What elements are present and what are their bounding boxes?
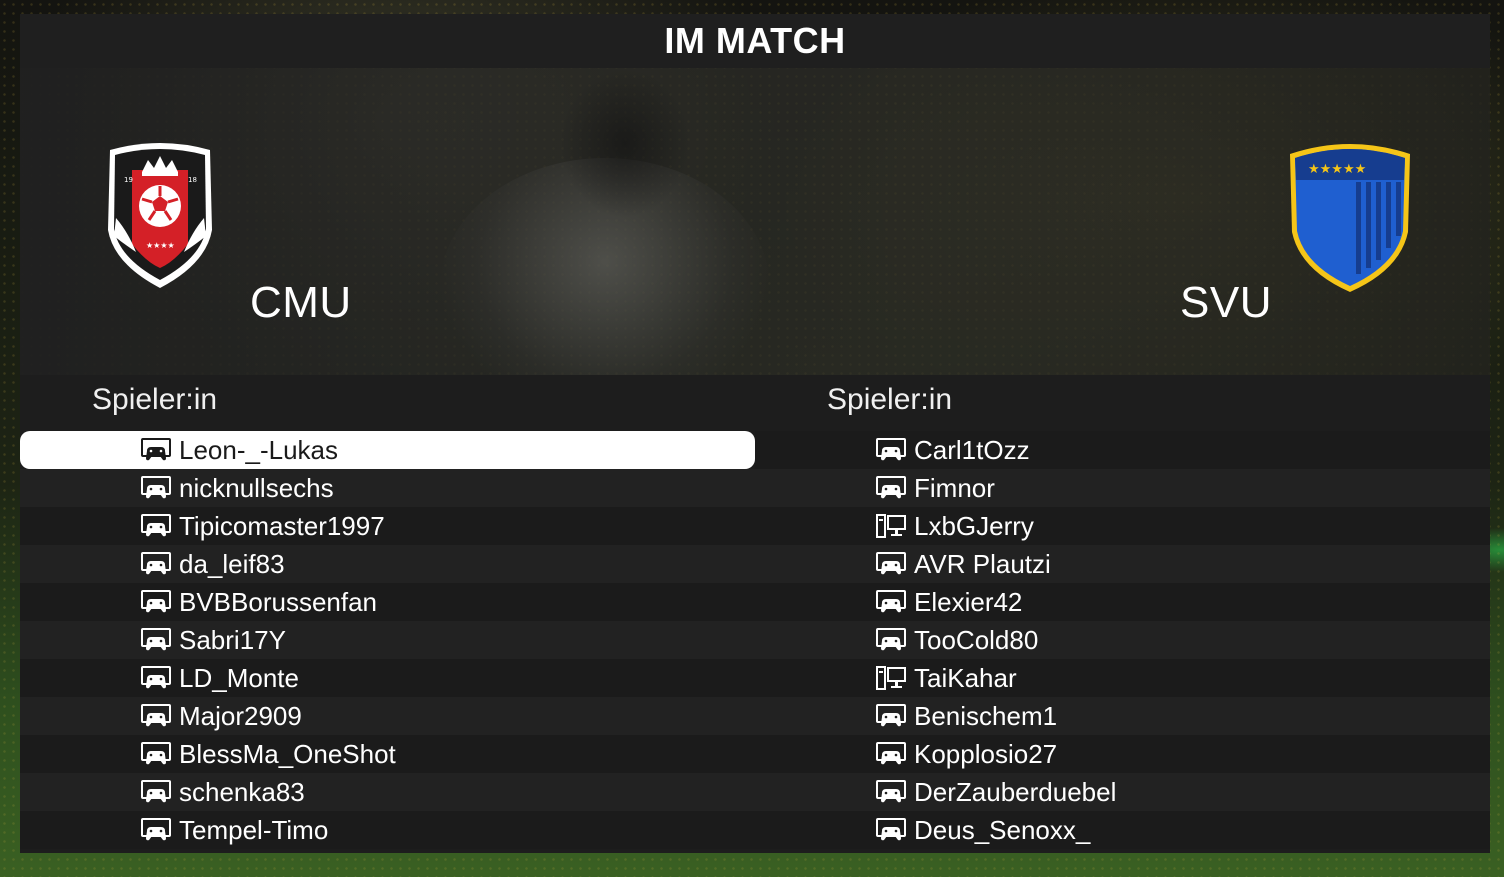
- console-controller-icon: [876, 437, 906, 463]
- match-lobby-panel: IM MATCH 19 18 ★★★★ CMU ★★★★★ SVU Spiele…: [20, 14, 1490, 853]
- away-player-row[interactable]: Elexier42: [755, 583, 1490, 621]
- player-name: Leon-_-Lukas: [179, 435, 338, 465]
- home-player-row[interactable]: schenka83: [20, 773, 755, 811]
- away-player-row[interactable]: Fimnor: [755, 469, 1490, 507]
- home-player-row[interactable]: da_leif83: [20, 545, 755, 583]
- home-player-row[interactable]: Tipicomaster1997: [20, 507, 755, 545]
- home-player-row[interactable]: Major2909: [20, 697, 755, 735]
- away-player-row[interactable]: TooCold80: [755, 621, 1490, 659]
- away-team-crest-icon: ★★★★★: [1290, 144, 1410, 292]
- console-controller-icon: [876, 551, 906, 577]
- console-controller-icon: [876, 475, 906, 501]
- away-team-name: SVU: [1180, 278, 1272, 327]
- console-controller-icon: [141, 817, 171, 843]
- pc-desktop-icon: [876, 513, 906, 539]
- rosters: Spieler:in Leon-_-Lukas nicknullsechs Tipi…: [20, 375, 1490, 853]
- title-bar: IM MATCH: [20, 14, 1490, 68]
- console-controller-icon: [141, 703, 171, 729]
- away-player-row[interactable]: Benischem1: [755, 697, 1490, 735]
- home-player-row[interactable]: BlessMa_OneShot: [20, 735, 755, 773]
- svg-text:18: 18: [188, 176, 197, 184]
- home-player-row[interactable]: Tempel-Timo: [20, 811, 755, 849]
- page-title: IM MATCH: [664, 20, 846, 61]
- player-name: BlessMa_OneShot: [179, 739, 396, 769]
- player-name: LD_Monte: [179, 663, 299, 693]
- console-controller-icon: [876, 627, 906, 653]
- away-player-row[interactable]: LxbGJerry: [755, 507, 1490, 545]
- away-player-list: Carl1tOzz Fimnor LxbGJerry AVR Plautzi Elexi…: [755, 431, 1490, 849]
- home-player-row[interactable]: LD_Monte: [20, 659, 755, 697]
- home-team-crest-icon: 19 18 ★★★★: [108, 143, 212, 288]
- coach-head-silhouette: [560, 68, 690, 218]
- console-controller-icon: [876, 741, 906, 767]
- console-controller-icon: [141, 779, 171, 805]
- console-controller-icon: [876, 703, 906, 729]
- player-name: Carl1tOzz: [914, 435, 1030, 465]
- console-controller-icon: [141, 627, 171, 653]
- player-name: Benischem1: [914, 701, 1058, 731]
- player-name: BVBBorussenfan: [179, 587, 378, 617]
- player-name: nicknullsechs: [179, 473, 334, 503]
- team-banner: 19 18 ★★★★ CMU ★★★★★ SVU: [20, 68, 1490, 375]
- home-player-row[interactable]: BVBBorussenfan: [20, 583, 755, 621]
- console-controller-icon: [141, 741, 171, 767]
- away-player-row[interactable]: Kopplosio27: [755, 735, 1490, 773]
- away-player-row[interactable]: TaiKahar: [755, 659, 1490, 697]
- player-name: Sabri17Y: [179, 625, 286, 655]
- player-name: schenka83: [179, 777, 305, 807]
- player-name: Tempel-Timo: [179, 815, 329, 845]
- console-controller-icon: [141, 513, 171, 539]
- player-name: Fimnor: [914, 473, 995, 503]
- home-player-list: Leon-_-Lukas nicknullsechs Tipicomaster199…: [20, 431, 755, 849]
- svg-text:★★★★★: ★★★★★: [1308, 162, 1366, 177]
- console-controller-icon: [141, 475, 171, 501]
- away-player-row[interactable]: Deus_Senoxx_: [755, 811, 1490, 849]
- home-player-row[interactable]: Sabri17Y: [20, 621, 755, 659]
- away-player-row[interactable]: DerZauberduebel: [755, 773, 1490, 811]
- away-roster-header: Spieler:in: [827, 383, 953, 416]
- player-name: Major2909: [179, 701, 302, 731]
- home-roster: Spieler:in Leon-_-Lukas nicknullsechs Tipi…: [20, 375, 755, 853]
- home-player-row[interactable]: Leon-_-Lukas: [20, 431, 755, 469]
- player-name: DerZauberduebel: [914, 777, 1117, 807]
- player-name: TaiKahar: [914, 663, 1017, 693]
- away-roster: Spieler:in Carl1tOzz Fimnor LxbGJerry AVR P…: [755, 375, 1490, 853]
- console-controller-icon: [141, 665, 171, 691]
- player-name: Kopplosio27: [914, 739, 1058, 769]
- player-name: LxbGJerry: [914, 511, 1034, 541]
- player-name: da_leif83: [179, 549, 285, 579]
- svg-text:19: 19: [124, 176, 133, 184]
- player-name: Tipicomaster1997: [179, 511, 385, 541]
- away-player-row[interactable]: AVR Plautzi: [755, 545, 1490, 583]
- player-name: Elexier42: [914, 587, 1023, 617]
- home-player-row[interactable]: nicknullsechs: [20, 469, 755, 507]
- player-name: Deus_Senoxx_: [914, 815, 1091, 845]
- pc-desktop-icon: [876, 665, 906, 691]
- home-roster-header: Spieler:in: [92, 383, 218, 416]
- player-name: AVR Plautzi: [914, 549, 1051, 579]
- console-controller-icon: [876, 817, 906, 843]
- console-controller-icon: [876, 589, 906, 615]
- svg-text:★★★★: ★★★★: [146, 241, 175, 250]
- console-controller-icon: [876, 779, 906, 805]
- home-team-name: CMU: [250, 278, 352, 327]
- console-controller-icon: [141, 551, 171, 577]
- player-name: TooCold80: [914, 625, 1039, 655]
- console-controller-icon: [141, 589, 171, 615]
- away-player-row[interactable]: Carl1tOzz: [755, 431, 1490, 469]
- console-controller-icon: [141, 437, 171, 463]
